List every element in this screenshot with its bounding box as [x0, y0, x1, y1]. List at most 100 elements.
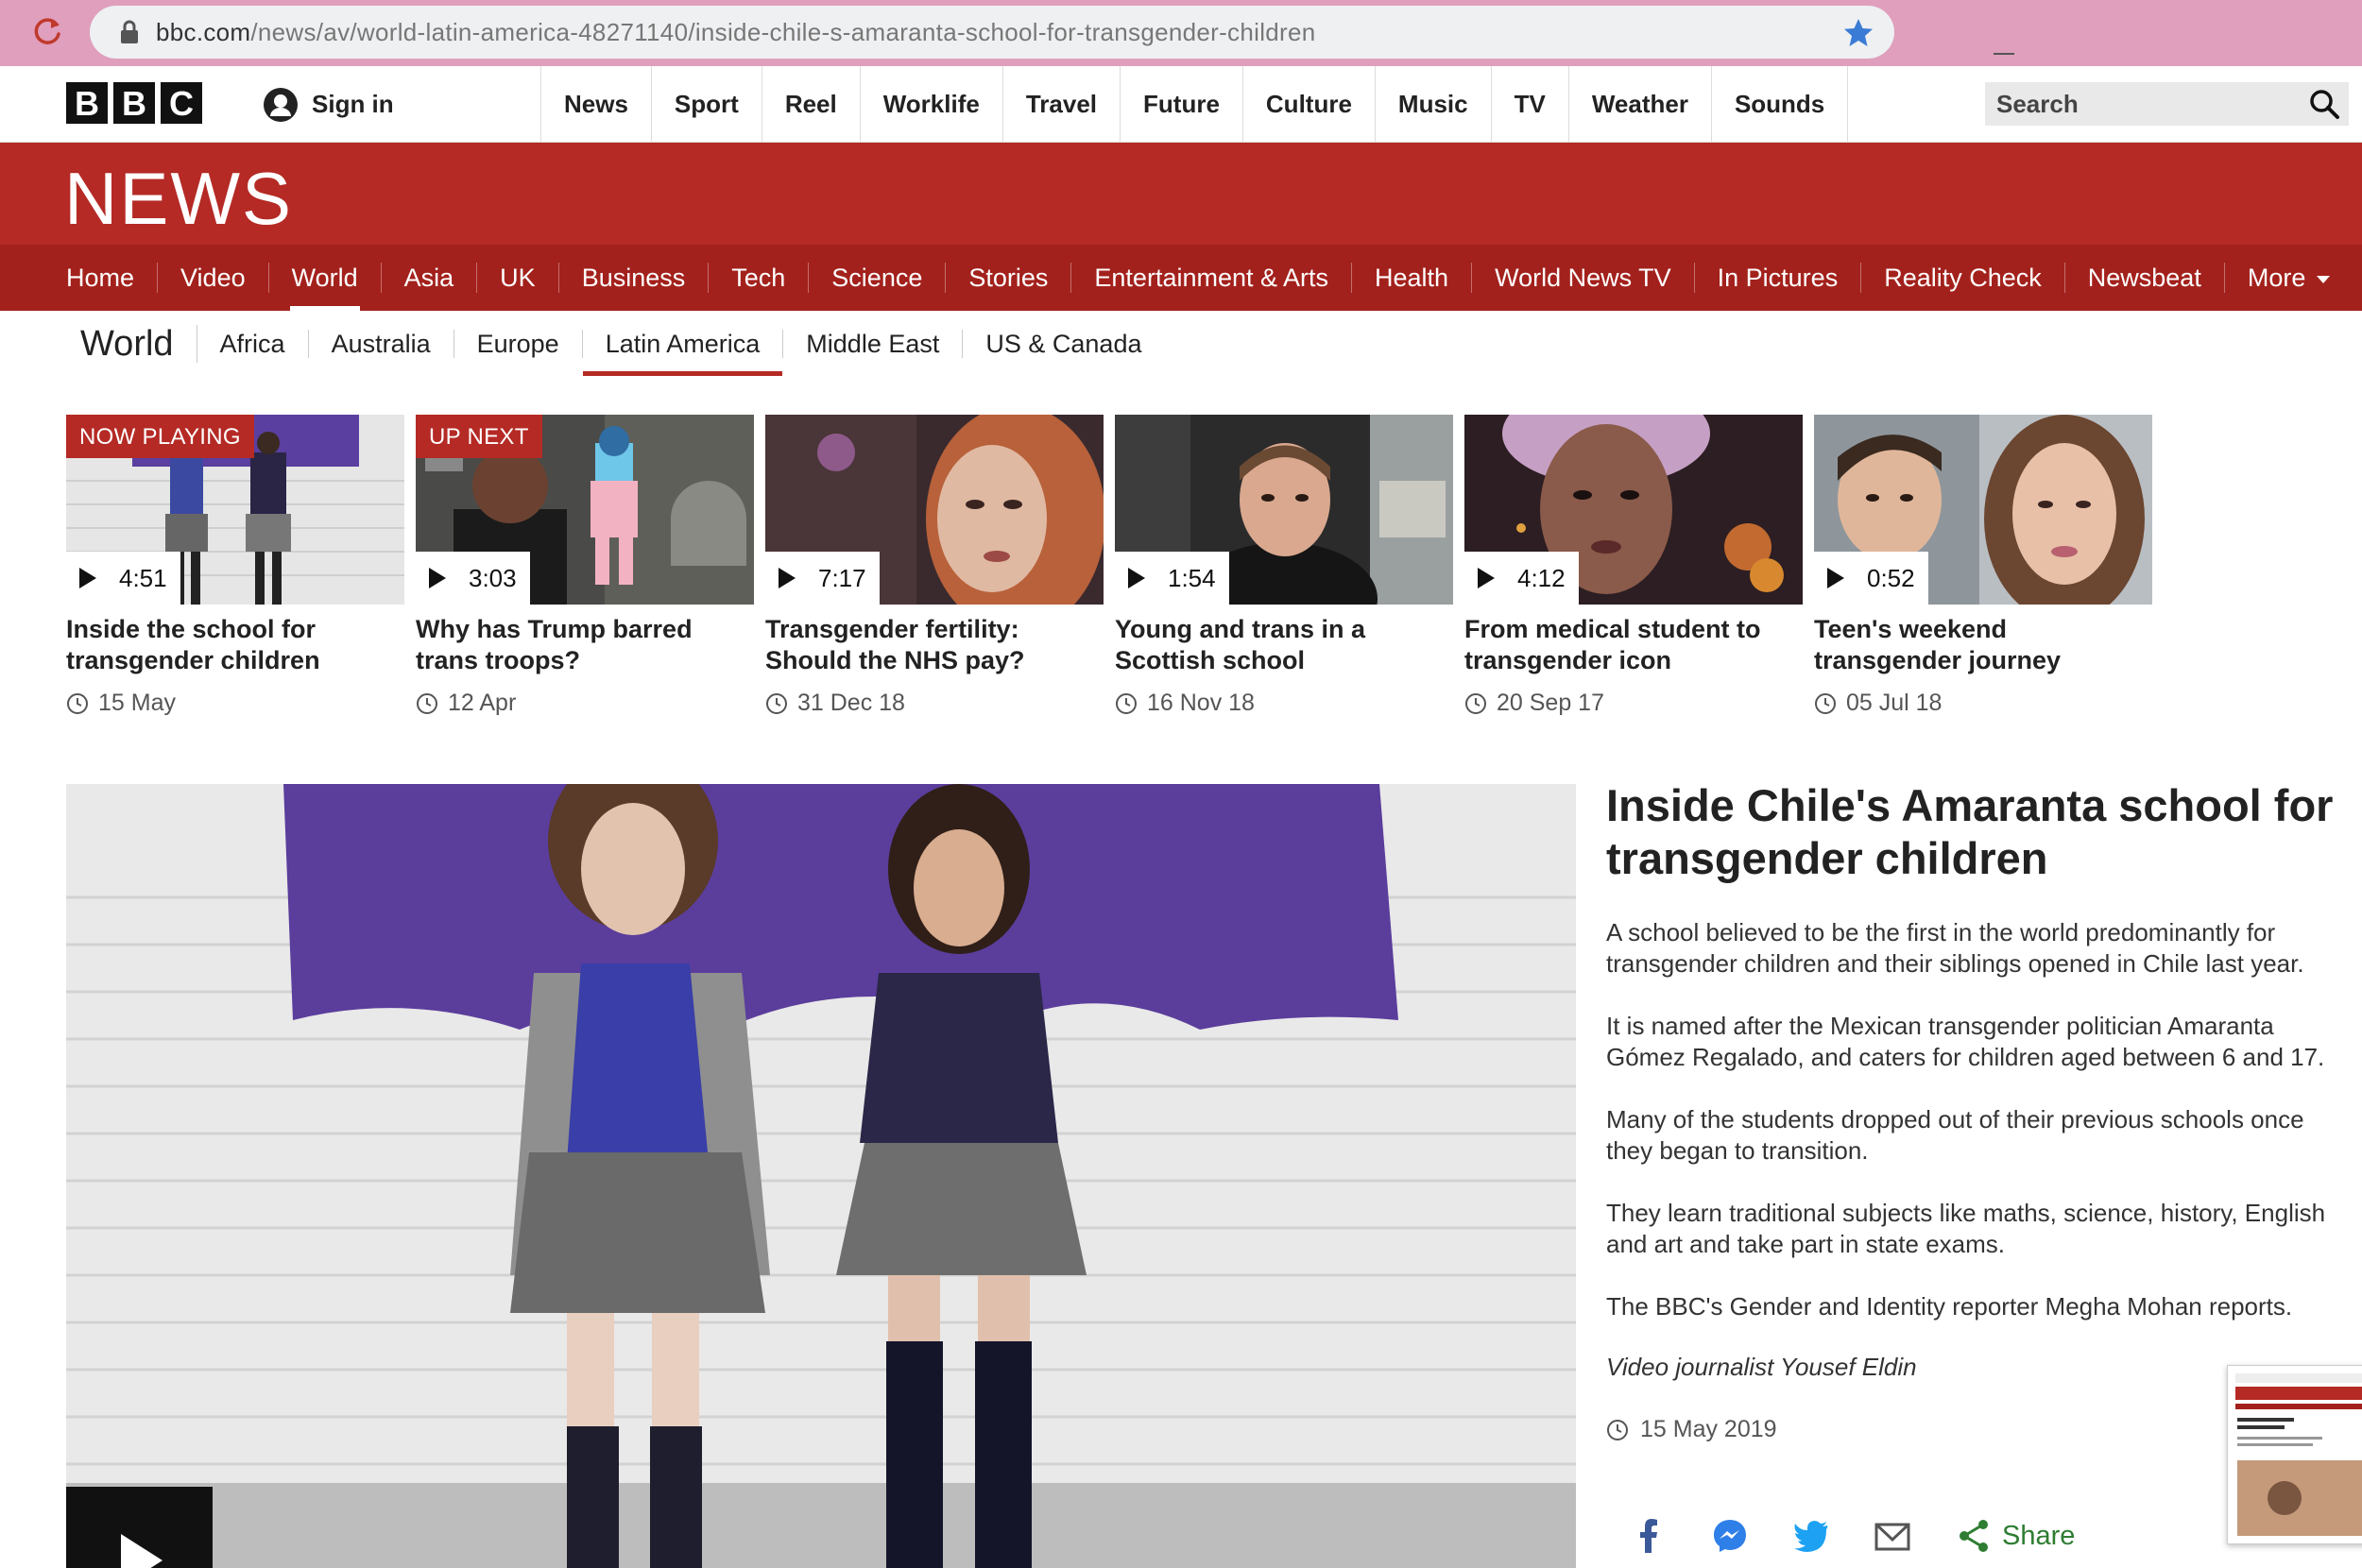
twitter-icon[interactable] — [1792, 1517, 1830, 1555]
video-title[interactable]: Why has Trump barred trans troops? — [416, 614, 754, 676]
section-more[interactable]: More — [2225, 263, 2353, 293]
sub-nav-africa[interactable]: Africa — [197, 330, 309, 358]
url-host: bbc.com — [156, 18, 251, 46]
sub-nav-us-canada[interactable]: US & Canada — [963, 330, 1164, 358]
article-paragraph: The BBC's Gender and Identity reporter M… — [1606, 1292, 2293, 1321]
top-nav-weather[interactable]: Weather — [1569, 66, 1712, 143]
preview-image — [2228, 1366, 2362, 1543]
clock-icon — [417, 692, 437, 714]
video-thumbnail[interactable]: 4:12 — [1464, 415, 1803, 605]
section-home[interactable]: Home — [43, 263, 159, 293]
section-more-label: More — [2247, 264, 2306, 292]
video-card[interactable]: 7:17 Transgender fertility: Should the N… — [765, 415, 1104, 717]
search-input[interactable]: Search — [1985, 82, 2349, 126]
video-card[interactable]: NOW PLAYING 4:51 Inside the school for t… — [66, 415, 404, 717]
video-card[interactable]: 1:54 Young and trans in a Scottish schoo… — [1115, 415, 1453, 717]
up-next-badge: UP NEXT — [416, 415, 542, 458]
clock-icon — [766, 692, 787, 714]
video-duration: 3:03 — [416, 552, 530, 605]
section-science[interactable]: Science — [809, 263, 947, 293]
news-logo[interactable]: NEWS — [64, 156, 293, 242]
section-world-news-tv[interactable]: World News TV — [1472, 263, 1695, 293]
browser-menu-handle[interactable] — [1994, 53, 2014, 55]
section-tech[interactable]: Tech — [709, 263, 810, 293]
sub-nav-australia[interactable]: Australia — [309, 330, 454, 358]
section-uk[interactable]: UK — [477, 263, 559, 293]
section-asia[interactable]: Asia — [382, 263, 478, 293]
top-nav-news[interactable]: News — [541, 66, 652, 143]
video-thumbnail[interactable]: 1:54 — [1115, 415, 1453, 605]
play-icon — [779, 568, 796, 588]
video-thumbnail[interactable]: UP NEXT 3:03 — [416, 415, 754, 605]
video-card[interactable]: 4:12 From medical student to transgender… — [1464, 415, 1803, 717]
section-video[interactable]: Video — [158, 263, 269, 293]
section-business[interactable]: Business — [559, 263, 710, 293]
section-newsbeat[interactable]: Newsbeat — [2065, 263, 2225, 293]
section-reality-check[interactable]: Reality Check — [1861, 263, 2065, 293]
sub-nav-latin-america[interactable]: Latin America — [582, 330, 784, 376]
video-title[interactable]: Young and trans in a Scottish school — [1115, 614, 1453, 676]
clock-icon — [67, 692, 88, 714]
video-title[interactable]: Teen's weekend transgender journey — [1814, 614, 2152, 676]
sign-in-button[interactable]: Sign in — [263, 66, 394, 143]
facebook-icon[interactable] — [1630, 1517, 1668, 1555]
video-card[interactable]: UP NEXT 3:03 Why has Trump barred trans … — [416, 415, 754, 717]
top-nav-reel[interactable]: Reel — [762, 66, 861, 143]
address-bar[interactable]: bbc.com/news/av/world-latin-america-4827… — [90, 6, 1894, 59]
video-title[interactable]: Transgender fertility: Should the NHS pa… — [765, 614, 1104, 676]
share-button[interactable]: Share — [1955, 1517, 2075, 1555]
video-frame — [66, 784, 1576, 1568]
video-title[interactable]: From medical student to transgender icon — [1464, 614, 1803, 676]
play-icon — [1128, 568, 1145, 588]
floating-preview-thumbnail[interactable] — [2227, 1365, 2362, 1544]
section-entertainment-arts[interactable]: Entertainment & Arts — [1071, 263, 1353, 293]
email-icon[interactable] — [1874, 1517, 1911, 1555]
video-title[interactable]: Inside the school for transgender childr… — [66, 614, 404, 676]
top-nav-travel[interactable]: Travel — [1003, 66, 1121, 143]
video-duration: 1:54 — [1115, 552, 1229, 605]
reload-icon[interactable] — [28, 13, 66, 51]
sign-in-label: Sign in — [312, 90, 394, 118]
duration-text: 4:12 — [1517, 563, 1566, 592]
video-thumbnail[interactable]: NOW PLAYING 4:51 — [66, 415, 404, 605]
chevron-down-icon — [2317, 275, 2331, 283]
video-date: 05 Jul 18 — [1814, 690, 2152, 717]
section-health[interactable]: Health — [1352, 263, 1473, 293]
bookmark-star-icon[interactable] — [1842, 17, 1874, 49]
video-thumbnail[interactable]: 7:17 — [765, 415, 1104, 605]
main-video-player[interactable] — [66, 784, 1576, 1568]
share-label: Share — [2002, 1520, 2076, 1551]
bbc-logo[interactable]: B B C — [66, 82, 202, 124]
play-button[interactable] — [66, 1487, 213, 1568]
video-date-text: 16 Nov 18 — [1147, 690, 1255, 716]
duration-text: 7:17 — [818, 563, 866, 592]
article-body: Inside Chile's Amaranta school for trans… — [1606, 779, 2343, 1443]
section-world[interactable]: World — [269, 263, 382, 311]
top-nav-future[interactable]: Future — [1121, 66, 1243, 143]
section-stories[interactable]: Stories — [946, 263, 1072, 293]
play-icon — [1827, 568, 1844, 588]
article-paragraph: A school believed to be the first in the… — [1606, 918, 2304, 978]
top-nav-culture[interactable]: Culture — [1243, 66, 1376, 143]
section-in-pictures[interactable]: In Pictures — [1695, 263, 1862, 293]
clock-icon — [1465, 692, 1486, 714]
messenger-icon[interactable] — [1711, 1517, 1749, 1555]
top-nav-sport[interactable]: Sport — [652, 66, 762, 143]
bbc-logo-block: B — [113, 82, 155, 124]
bbc-masthead: B B C Sign in News Sport Reel Worklife T… — [0, 66, 2362, 143]
sub-nav-europe[interactable]: Europe — [454, 330, 583, 358]
top-nav-worklife[interactable]: Worklife — [861, 66, 1003, 143]
article-paragraph: They learn traditional subjects like mat… — [1606, 1199, 2326, 1258]
sub-nav-title[interactable]: World — [66, 325, 197, 363]
search-icon[interactable] — [2307, 87, 2341, 121]
article-paragraph: Many of the students dropped out of thei… — [1606, 1105, 2304, 1165]
top-nav-sounds[interactable]: Sounds — [1712, 66, 1849, 143]
video-date: 31 Dec 18 — [765, 690, 1104, 717]
video-card[interactable]: 0:52 Teen's weekend transgender journey … — [1814, 415, 2152, 717]
sub-nav-middle-east[interactable]: Middle East — [783, 330, 964, 358]
top-nav-music[interactable]: Music — [1376, 66, 1492, 143]
clock-icon — [1607, 1419, 1628, 1440]
video-date: 15 May — [66, 690, 404, 717]
video-thumbnail[interactable]: 0:52 — [1814, 415, 2152, 605]
top-nav-tv[interactable]: TV — [1492, 66, 1569, 143]
